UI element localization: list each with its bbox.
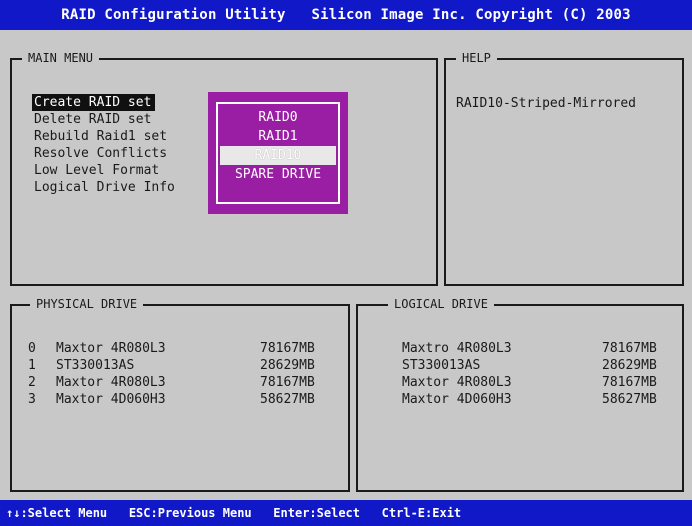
status-bar: ↑↓:Select Menu ESC:Previous Menu Enter:S…: [0, 500, 692, 526]
main-menu-list: Create RAID set Delete RAID set Rebuild …: [32, 94, 179, 196]
raid-option-raid0[interactable]: RAID0: [220, 108, 336, 127]
physical-drive-panel: PHYSICAL DRIVE 0 Maxtor 4R080L3 78167MB …: [10, 297, 350, 492]
raid-type-list: RAID0 RAID1 RAID10 SPARE DRIVE: [216, 102, 340, 204]
drive-index: 3: [28, 392, 36, 407]
help-title: HELP: [456, 51, 497, 65]
logical-drive-row: Maxtro 4R080L3 78167MB: [402, 340, 672, 357]
main-menu-panel: MAIN MENU Create RAID set Delete RAID se…: [10, 51, 438, 286]
raid-option-raid10[interactable]: RAID10: [220, 146, 336, 165]
menu-item-resolve-conflicts[interactable]: Resolve Conflicts: [32, 145, 179, 162]
menu-item-rebuild-raid1[interactable]: Rebuild Raid1 set: [32, 128, 179, 145]
physical-drive-row: 3 Maxtor 4D060H3 58627MB: [28, 391, 328, 408]
drive-model: Maxtor 4D060H3: [56, 392, 166, 407]
drive-size: 58627MB: [260, 392, 315, 407]
physical-drive-table: 0 Maxtor 4R080L3 78167MB 1 ST330013AS 28…: [28, 340, 328, 408]
physical-drive-row: 0 Maxtor 4R080L3 78167MB: [28, 340, 328, 357]
drive-size: 78167MB: [602, 375, 657, 390]
menu-item-create-raid[interactable]: Create RAID set: [32, 94, 156, 111]
drive-size: 78167MB: [602, 341, 657, 356]
logical-drive-panel: LOGICAL DRIVE Maxtro 4R080L3 78167MB ST3…: [356, 297, 684, 492]
drive-model: Maxtor 4R080L3: [56, 375, 166, 390]
physical-drive-row: 2 Maxtor 4R080L3 78167MB: [28, 374, 328, 391]
drive-index: 1: [28, 358, 36, 373]
menu-item-logical-drive-info[interactable]: Logical Drive Info: [32, 179, 179, 196]
logical-drive-table: Maxtro 4R080L3 78167MB ST330013AS 28629M…: [402, 340, 672, 408]
logical-drive-row: Maxtor 4R080L3 78167MB: [402, 374, 672, 391]
drive-model: Maxtor 4R080L3: [56, 341, 166, 356]
logical-drive-row: Maxtor 4D060H3 58627MB: [402, 391, 672, 408]
drive-model: Maxtor 4R080L3: [402, 375, 512, 390]
logical-drive-title: LOGICAL DRIVE: [388, 297, 494, 311]
drive-size: 78167MB: [260, 341, 315, 356]
drive-size: 78167MB: [260, 375, 315, 390]
physical-drive-title: PHYSICAL DRIVE: [30, 297, 144, 311]
main-menu-title: MAIN MENU: [22, 51, 100, 65]
drive-index: 0: [28, 341, 36, 356]
drive-model: Maxtor 4D060H3: [402, 392, 512, 407]
raid-option-raid1[interactable]: RAID1: [220, 127, 336, 146]
drive-size: 28629MB: [602, 358, 657, 373]
menu-item-low-level-format[interactable]: Low Level Format: [32, 162, 179, 179]
raid-option-spare-drive[interactable]: SPARE DRIVE: [220, 165, 336, 184]
drive-index: 2: [28, 375, 36, 390]
title-bar: RAID Configuration Utility Silicon Image…: [0, 0, 692, 30]
raid-type-popup: RAID0 RAID1 RAID10 SPARE DRIVE: [208, 92, 348, 214]
drive-size: 58627MB: [602, 392, 657, 407]
drive-size: 28629MB: [260, 358, 315, 373]
help-text: RAID10-Striped-Mirrored: [456, 96, 637, 111]
drive-model: ST330013AS: [56, 358, 135, 373]
physical-drive-row: 1 ST330013AS 28629MB: [28, 357, 328, 374]
drive-model: Maxtro 4R080L3: [402, 341, 512, 356]
help-panel: HELP RAID10-Striped-Mirrored: [444, 51, 684, 286]
logical-drive-row: ST330013AS 28629MB: [402, 357, 672, 374]
menu-item-delete-raid[interactable]: Delete RAID set: [32, 111, 179, 128]
drive-model: ST330013AS: [402, 358, 481, 373]
